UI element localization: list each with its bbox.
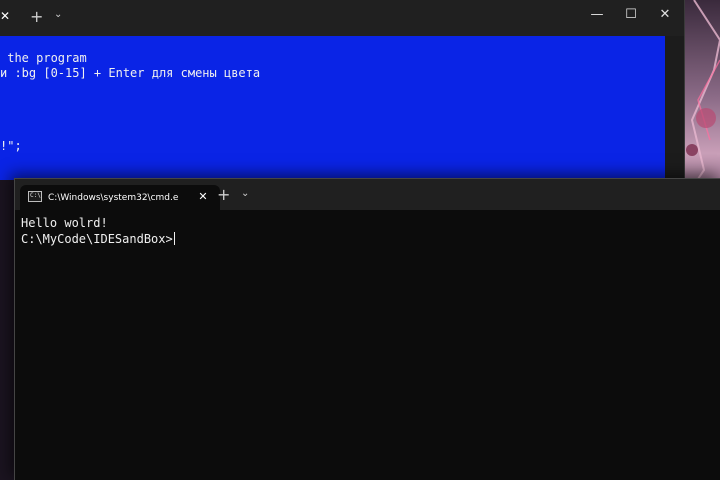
- back-terminal-window[interactable]: ✕ + ⌄ — ☐ ✕ the program и :bg [0-15] + E…: [0, 0, 685, 180]
- cmd-terminal-content[interactable]: Hello wolrd! C:\MyCode\IDESandBox>: [15, 210, 720, 480]
- back-terminal-line: и :bg [0-15] + Enter для смены цвета: [0, 66, 261, 80]
- new-tab-plus-icon[interactable]: +: [217, 187, 230, 203]
- back-terminal-line: !";: [0, 139, 22, 153]
- back-terminal-scrollbar[interactable]: [665, 36, 684, 180]
- back-close-icon[interactable]: ✕: [648, 4, 682, 26]
- back-tab-dropdown-chevron-down-icon[interactable]: ⌄: [54, 9, 62, 21]
- terminal-output-line: Hello wolrd!: [21, 216, 108, 230]
- back-window-titlebar[interactable]: ✕ + ⌄ — ☐ ✕: [0, 0, 684, 34]
- terminal-prompt: C:\MyCode\IDESandBox>: [21, 232, 173, 246]
- tab-close-icon[interactable]: ✕: [195, 189, 211, 205]
- back-new-tab-plus-icon[interactable]: +: [30, 9, 43, 25]
- cmd-window-titlebar[interactable]: C:\ C:\Windows\system32\cmd.e ✕ + ⌄: [15, 179, 720, 210]
- tab-dropdown-chevron-down-icon[interactable]: ⌄: [241, 188, 249, 200]
- terminal-prompt-line[interactable]: C:\MyCode\IDESandBox>: [21, 231, 175, 247]
- back-terminal-line: the program: [0, 51, 87, 65]
- back-minimize-icon[interactable]: —: [580, 4, 614, 26]
- desktop: ✕ + ⌄ — ☐ ✕ the program и :bg [0-15] + E…: [0, 0, 720, 480]
- back-maximize-icon[interactable]: ☐: [614, 4, 648, 26]
- back-tab-close-icon[interactable]: ✕: [0, 6, 14, 26]
- back-terminal-content[interactable]: the program и :bg [0-15] + Enter для сме…: [0, 36, 665, 180]
- tab-cmd[interactable]: C:\ C:\Windows\system32\cmd.e ✕: [20, 185, 220, 210]
- cmd-terminal-window[interactable]: C:\ C:\Windows\system32\cmd.e ✕ + ⌄ Hell…: [14, 178, 720, 480]
- cmd-icon-label: C:\: [30, 192, 41, 199]
- cmd-icon: C:\: [28, 191, 42, 202]
- tab-title: C:\Windows\system32\cmd.e: [48, 193, 178, 203]
- text-cursor: [173, 232, 175, 245]
